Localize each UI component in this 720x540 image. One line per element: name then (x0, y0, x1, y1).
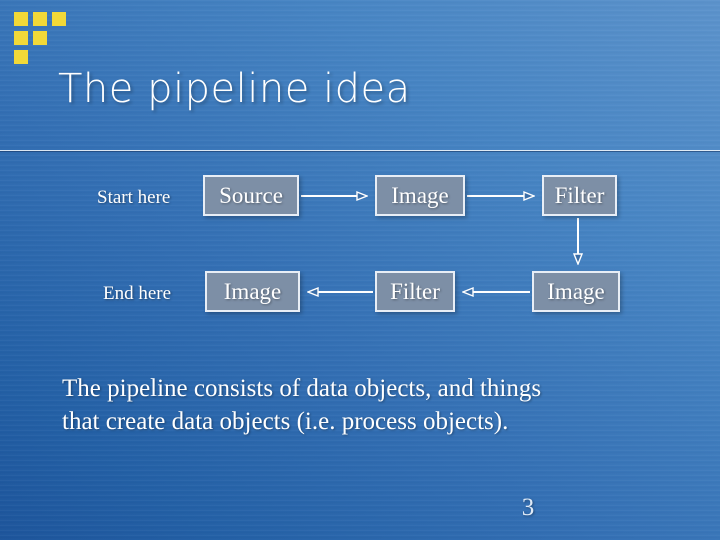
slide-number: 3 (521, 494, 535, 521)
pipeline-diagram (301, 0, 720, 540)
end-here-label: End here (103, 283, 172, 304)
body-line-1: The pipeline consists of data objects, a… (62, 375, 542, 402)
body-line-2: that create data objects (i.e. process o… (62, 408, 509, 435)
node-image-left[interactable]: Image (205, 271, 300, 312)
node-filter-bottom[interactable]: Filter (375, 271, 455, 312)
start-here-label: Start here (97, 187, 171, 208)
node-image-top[interactable]: Image (375, 175, 465, 216)
node-filter-top[interactable]: Filter (542, 175, 617, 216)
node-source-top[interactable]: Source (203, 175, 299, 216)
body-text: The pipeline consists of data objects, a… (62, 372, 682, 438)
slide: The pipeline idea Start here End here So… (0, 0, 720, 540)
node-image-right[interactable]: Image (532, 271, 620, 312)
